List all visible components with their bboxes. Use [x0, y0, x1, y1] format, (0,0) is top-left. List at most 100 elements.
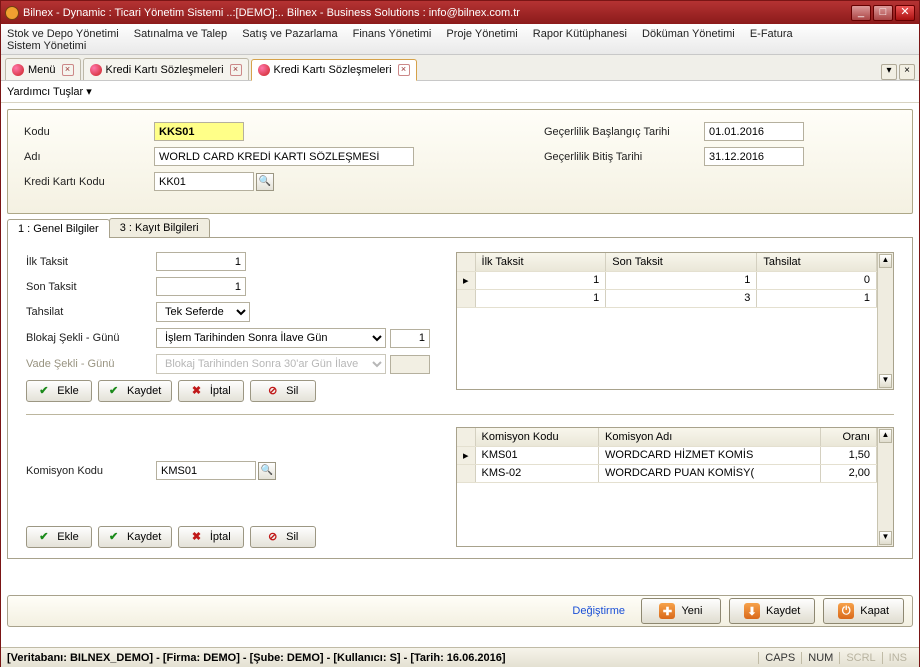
komisyon-ekle-button[interactable]: Ekle: [26, 526, 92, 548]
check-icon: [39, 530, 53, 544]
tabs-dropdown-button[interactable]: ▾: [881, 64, 897, 80]
check-icon: [109, 384, 123, 398]
col-ilk-taksit[interactable]: İlk Taksit: [475, 253, 606, 271]
komisyon-iptal-button[interactable]: İptal: [178, 526, 244, 548]
x-icon: [192, 384, 206, 398]
table-row[interactable]: KMS-02WORDCARD PUAN KOMİSY(2,00: [457, 464, 877, 482]
close-button[interactable]: ✕: [895, 5, 915, 21]
yeni-button[interactable]: Yeni: [641, 598, 721, 624]
bullet-icon: [258, 64, 270, 76]
tab-kayit-bilgileri[interactable]: 3 : Kayıt Bilgileri: [109, 218, 210, 237]
aux-keys-menu[interactable]: Yardımcı Tuşlar ▾: [7, 86, 92, 98]
check-icon: [39, 384, 53, 398]
caps-indicator: CAPS: [758, 652, 801, 664]
tabs-close-button[interactable]: ×: [899, 64, 915, 80]
genel-bilgiler-panel: İlk Taksit Son Taksit Tahsilat Tek Sefer…: [7, 238, 913, 559]
kk-kodu-input[interactable]: [154, 172, 254, 191]
tab-close-icon[interactable]: ×: [62, 64, 74, 76]
menu-satis[interactable]: Satış ve Pazarlama: [242, 28, 337, 40]
vertical-scrollbar[interactable]: ▲▼: [877, 253, 893, 389]
new-icon: [659, 603, 675, 619]
col-komisyon-adi[interactable]: Komisyon Adı: [599, 428, 821, 446]
adi-input[interactable]: [154, 147, 414, 166]
col-orani[interactable]: Oranı: [821, 428, 877, 446]
scroll-up-icon[interactable]: ▲: [879, 429, 892, 443]
adi-label: Adı: [24, 151, 154, 163]
scroll-down-icon[interactable]: ▼: [879, 374, 892, 388]
header-panel: Kodu Adı Kredi Kartı Kodu 🔍 Geçerlilik B…: [7, 109, 913, 214]
menu-finans[interactable]: Finans Yönetimi: [353, 28, 432, 40]
taksit-sil-button[interactable]: Sil: [250, 380, 316, 402]
status-text: [Veritabanı: BILNEX_DEMO] - [Firma: DEMO…: [7, 652, 506, 664]
end-date-label: Geçerlilik Bitiş Tarihi: [544, 151, 704, 163]
vade-gun-input: [390, 355, 430, 374]
kodu-label: Kodu: [24, 126, 154, 138]
komisyon-sil-button[interactable]: Sil: [250, 526, 316, 548]
taksit-ekle-button[interactable]: Ekle: [26, 380, 92, 402]
taksit-iptal-button[interactable]: İptal: [178, 380, 244, 402]
vade-label: Vade Şekli - Günü: [26, 358, 156, 370]
save-icon: [744, 603, 760, 619]
blokaj-gun-input[interactable]: [390, 329, 430, 348]
tab-kks-list[interactable]: Kredi Kartı Sözleşmeleri ×: [83, 58, 249, 80]
menu-efatura[interactable]: E-Fatura: [750, 28, 793, 40]
tahsilat-select[interactable]: Tek Seferde: [156, 302, 250, 322]
end-date-input[interactable]: [704, 147, 804, 166]
minimize-button[interactable]: _: [851, 5, 871, 21]
scrl-indicator: SCRL: [839, 652, 881, 664]
tab-menu[interactable]: Menü ×: [5, 58, 81, 80]
col-son-taksit[interactable]: Son Taksit: [606, 253, 757, 271]
no-icon: [268, 530, 282, 544]
inner-tabs: 1 : Genel Bilgiler 3 : Kayıt Bilgileri: [7, 218, 913, 238]
kk-lookup-button[interactable]: 🔍: [256, 173, 274, 191]
tab-label: Kredi Kartı Sözleşmeleri: [274, 64, 392, 76]
menu-satinalma[interactable]: Satınalma ve Talep: [134, 28, 227, 40]
menu-stok[interactable]: Stok ve Depo Yönetimi: [7, 28, 119, 40]
komisyon-kodu-label: Komisyon Kodu: [26, 465, 156, 477]
komisyon-kaydet-button[interactable]: Kaydet: [98, 526, 172, 548]
tab-kks-detail[interactable]: Kredi Kartı Sözleşmeleri ×: [251, 59, 417, 81]
maximize-button[interactable]: □: [873, 5, 893, 21]
son-taksit-input[interactable]: [156, 277, 246, 296]
ilk-taksit-input[interactable]: [156, 252, 246, 271]
komisyon-kodu-input[interactable]: [156, 461, 256, 480]
app-icon: [5, 6, 19, 20]
document-tabs: Menü × Kredi Kartı Sözleşmeleri × Kredi …: [1, 55, 919, 81]
taksit-kaydet-button[interactable]: Kaydet: [98, 380, 172, 402]
table-row[interactable]: ▸110: [457, 271, 877, 289]
start-date-input[interactable]: [704, 122, 804, 141]
degistirme-link[interactable]: Değiştirme: [572, 605, 625, 617]
menu-dokuman[interactable]: Döküman Yönetimi: [642, 28, 735, 40]
tab-close-icon[interactable]: ×: [230, 64, 242, 76]
x-icon: [192, 530, 206, 544]
scroll-down-icon[interactable]: ▼: [879, 531, 892, 545]
kapat-button[interactable]: Kapat: [823, 598, 904, 624]
kaydet-button[interactable]: Kaydet: [729, 598, 815, 624]
blokaj-select[interactable]: İşlem Tarihinden Sonra İlave Gün: [156, 328, 386, 348]
menu-sistem[interactable]: Sistem Yönetimi: [7, 40, 86, 52]
bullet-icon: [12, 64, 24, 76]
vade-select: Blokaj Tarihinden Sonra 30'ar Gün İlave: [156, 354, 386, 374]
col-komisyon-kodu[interactable]: Komisyon Kodu: [475, 428, 599, 446]
tab-close-icon[interactable]: ×: [398, 64, 410, 76]
table-row[interactable]: 131: [457, 289, 877, 307]
taksit-grid[interactable]: İlk TaksitSon TaksitTahsilat ▸110 131 ▲▼: [456, 252, 894, 390]
table-row[interactable]: ▸KMS01WORDCARD HİZMET KOMİS1,50: [457, 446, 877, 464]
menu-rapor[interactable]: Rapor Kütüphanesi: [533, 28, 627, 40]
kk-kodu-label: Kredi Kartı Kodu: [24, 176, 154, 188]
footer-actions: Değiştirme Yeni Kaydet Kapat: [7, 595, 913, 627]
komisyon-lookup-button[interactable]: 🔍: [258, 462, 276, 480]
col-tahsilat[interactable]: Tahsilat: [757, 253, 877, 271]
tab-genel-bilgiler[interactable]: 1 : Genel Bilgiler: [7, 219, 110, 238]
tab-label: Menü: [28, 64, 56, 76]
ins-indicator: INS: [882, 652, 913, 664]
menu-proje[interactable]: Proje Yönetimi: [446, 28, 517, 40]
komisyon-grid[interactable]: Komisyon KoduKomisyon AdıOranı ▸KMS01WOR…: [456, 427, 894, 547]
scroll-up-icon[interactable]: ▲: [879, 254, 892, 268]
son-taksit-label: Son Taksit: [26, 281, 156, 293]
kodu-input[interactable]: [154, 122, 244, 141]
vertical-scrollbar[interactable]: ▲▼: [877, 428, 893, 546]
bullet-icon: [90, 64, 102, 76]
check-icon: [109, 530, 123, 544]
blokaj-label: Blokaj Şekli - Günü: [26, 332, 156, 344]
